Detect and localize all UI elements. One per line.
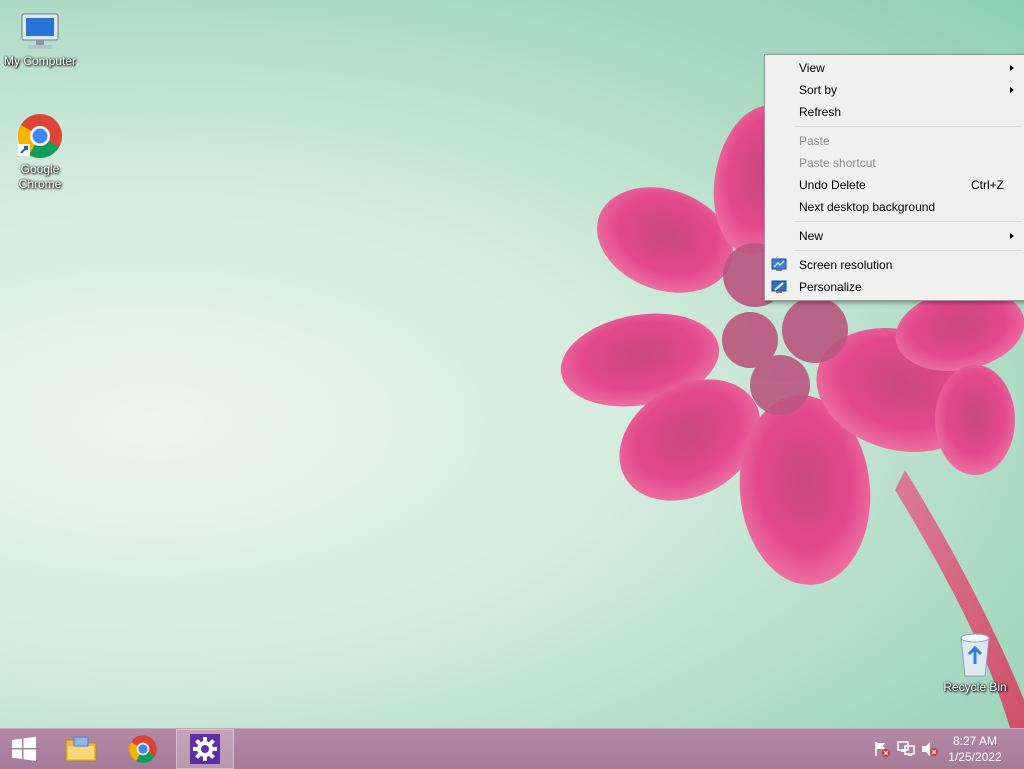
menu-item-label: Paste shortcut <box>799 156 876 170</box>
menu-separator <box>795 221 1022 222</box>
menu-item-personalize[interactable]: Personalize <box>765 276 1024 298</box>
desktop-icon-recycle-bin[interactable]: Recycle Bin <box>935 630 1015 695</box>
menu-item-label: Undo Delete <box>799 178 866 192</box>
computer-icon <box>21 13 59 49</box>
submenu-arrow-icon <box>1010 65 1014 71</box>
clock-time: 8:27 AM <box>952 734 998 748</box>
menu-item-view[interactable]: View <box>765 57 1024 79</box>
menu-item-next-desktop-background[interactable]: Next desktop background <box>765 196 1024 218</box>
menu-item-refresh[interactable]: Refresh <box>765 101 1024 123</box>
menu-item-label: New <box>799 229 824 243</box>
taskbar-chrome-button[interactable] <box>115 729 171 769</box>
menu-item-label: Refresh <box>799 105 842 119</box>
menu-separator <box>795 126 1022 127</box>
display-icon <box>771 258 787 271</box>
desktop-icon-label: Google Chrome <box>18 162 62 191</box>
menu-item-screen-resolution[interactable]: Screen resolution <box>765 254 1024 276</box>
gear-icon <box>190 734 220 764</box>
action-center-flag-icon[interactable] <box>873 741 891 757</box>
menu-item-label: View <box>799 61 825 75</box>
menu-item-undo-delete[interactable]: Undo Delete Ctrl+Z <box>765 174 1024 196</box>
desktop-icon-label: Recycle Bin <box>943 680 1007 694</box>
desktop-icon-label: My Computer <box>3 54 77 68</box>
menu-item-new[interactable]: New <box>765 225 1024 247</box>
menu-separator <box>795 250 1022 251</box>
taskbar-file-explorer-button[interactable] <box>53 729 109 769</box>
menu-item-label: Personalize <box>799 280 862 294</box>
start-button[interactable] <box>0 729 48 769</box>
recycle-bin-icon <box>960 633 990 677</box>
menu-item-paste: Paste <box>765 130 1024 152</box>
volume-muted-icon[interactable] <box>921 741 939 757</box>
chrome-icon <box>129 735 157 763</box>
personalize-icon <box>771 280 787 293</box>
desktop-context-menu: View Sort by Refresh Paste Paste shortcu… <box>764 54 1024 301</box>
chrome-icon <box>18 114 62 158</box>
taskbar: 8:27 AM 1/25/2022 <box>0 728 1024 769</box>
folder-icon <box>65 736 97 762</box>
submenu-arrow-icon <box>1010 87 1014 93</box>
clock-date: 1/25/2022 <box>948 750 1002 764</box>
taskbar-settings-button[interactable] <box>176 729 234 769</box>
desktop-icon-google-chrome[interactable]: Google Chrome <box>0 112 80 192</box>
menu-item-paste-shortcut: Paste shortcut <box>765 152 1024 174</box>
menu-item-label: Sort by <box>799 83 838 97</box>
menu-item-label: Paste <box>799 134 830 148</box>
menu-item-sort-by[interactable]: Sort by <box>765 79 1024 101</box>
taskbar-clock[interactable]: 8:27 AM 1/25/2022 <box>940 733 1010 765</box>
menu-item-label: Screen resolution <box>799 258 893 272</box>
desktop-icon-my-computer[interactable]: My Computer <box>0 10 80 69</box>
network-icon[interactable] <box>897 741 915 757</box>
menu-item-shortcut: Ctrl+Z <box>971 178 1004 192</box>
windows-logo-icon <box>12 736 36 761</box>
submenu-arrow-icon <box>1010 233 1014 239</box>
menu-item-label: Next desktop background <box>799 200 936 214</box>
